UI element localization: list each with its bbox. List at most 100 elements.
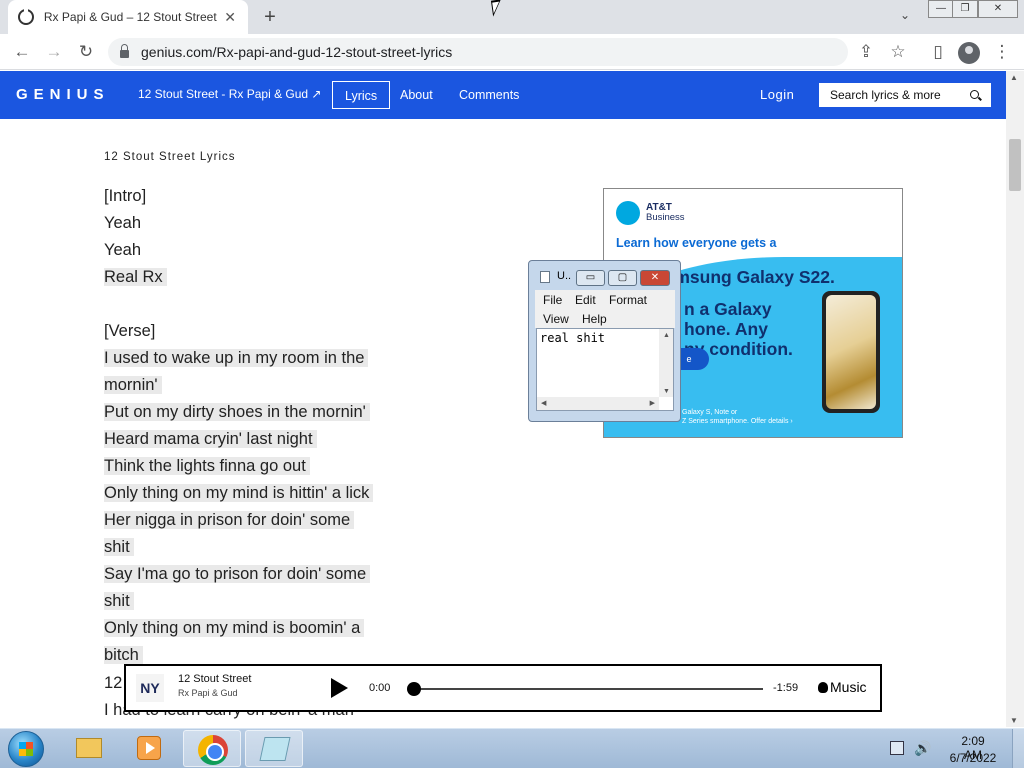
song-title-link[interactable]: 12 Stout Street - Rx Papi & Gud ↗ <box>138 87 321 101</box>
lyric-line[interactable]: Put on my dirty shoes in the mornin' <box>104 399 404 426</box>
tab-search-button[interactable]: ⌄ <box>896 8 914 26</box>
player-track-title[interactable]: 12 Stout Street <box>178 673 251 685</box>
network-icon[interactable] <box>890 741 904 755</box>
address-bar[interactable]: genius.com/Rx-papi-and-gud-12-stout-stre… <box>108 38 848 66</box>
scroll-up-icon[interactable]: ▲ <box>663 332 670 339</box>
lyric-line[interactable]: Say I'ma go to prison for doin' some <box>104 561 404 588</box>
apple-music-logo[interactable]: Music <box>818 679 867 695</box>
browser-menu-icon[interactable]: ⋮ <box>990 40 1014 64</box>
windows-taskbar: 🔊 2:09 AM 6/7/2022 <box>0 728 1024 768</box>
notepad-close-button[interactable]: ✕ <box>640 270 670 286</box>
login-link[interactable]: Login <box>760 87 794 102</box>
lyric-line[interactable]: Think the lights finna go out <box>104 453 404 480</box>
window-close-button[interactable]: ✕ <box>978 0 1018 18</box>
lyric-line[interactable]: shit <box>104 588 404 615</box>
lyric-line: Yeah <box>104 241 142 259</box>
folder-icon <box>76 738 102 758</box>
player-artist[interactable]: Rx Papi & Gud <box>178 688 238 698</box>
progress-knob[interactable] <box>407 682 421 696</box>
scroll-left-icon[interactable]: ◀ <box>541 399 546 407</box>
url-text: genius.com/Rx-papi-and-gud-12-stout-stre… <box>141 44 453 60</box>
tab-comments[interactable]: Comments <box>447 81 531 109</box>
notepad-window[interactable]: U.. ▭ ▢ ✕ File Edit Format View Help rea… <box>528 260 681 422</box>
tab-close-icon[interactable]: ✕ <box>222 9 238 26</box>
ad-fineprint: Galaxy S, Note or Z Series smartphone. O… <box>682 409 793 425</box>
menu-view[interactable]: View <box>543 312 569 326</box>
forward-button[interactable]: → <box>42 40 66 64</box>
side-panel-icon[interactable]: ▯ <box>926 40 950 64</box>
album-art: NY <box>136 674 164 702</box>
remaining-time: -1:59 <box>773 682 799 694</box>
browser-tab[interactable]: Rx Papi & Gud – 12 Stout Street ✕ <box>8 0 248 34</box>
lyric-line[interactable]: Real Rx <box>104 264 404 291</box>
progress-track[interactable] <box>409 688 763 690</box>
lyric-line[interactable]: Her nigga in prison for doin' some <box>104 507 404 534</box>
start-button[interactable] <box>8 731 44 767</box>
menu-help[interactable]: Help <box>582 312 607 326</box>
lyric-line[interactable]: shit <box>104 534 404 561</box>
tab-lyrics[interactable]: Lyrics <box>332 81 391 109</box>
search-icon[interactable] <box>970 90 979 99</box>
mouse-cursor-icon <box>490 0 504 17</box>
play-icon[interactable] <box>331 678 348 698</box>
profile-avatar[interactable] <box>958 42 980 64</box>
volume-icon[interactable]: 🔊 <box>914 740 931 757</box>
scroll-down-arrow-icon[interactable]: ▼ <box>1010 716 1018 725</box>
lyrics-heading: 12 Stout Street Lyrics <box>104 151 236 163</box>
media-player-icon <box>137 736 161 760</box>
notepad-minimize-button[interactable]: ▭ <box>576 270 605 286</box>
lyric-line: [Verse] <box>104 322 156 340</box>
lyric-line[interactable]: mornin' <box>104 372 404 399</box>
att-globe-icon <box>616 201 640 225</box>
scroll-right-icon[interactable]: ▶ <box>650 399 655 407</box>
window-restore-button[interactable]: ❐ <box>952 0 978 18</box>
lyric-blank-line <box>104 291 404 318</box>
apple-music-player: NY 12 Stout Street Rx Papi & Gud 0:00 -1… <box>124 664 882 712</box>
notepad-vertical-scrollbar[interactable]: ▲ ▼ <box>659 329 673 397</box>
scroll-down-icon[interactable]: ▼ <box>663 388 670 395</box>
new-tab-button[interactable]: + <box>258 5 282 29</box>
notepad-text-area[interactable]: real shit ▲ ▼ ◀ ▶ <box>536 328 674 411</box>
scroll-up-arrow-icon[interactable]: ▲ <box>1010 73 1018 82</box>
phone-screen <box>826 295 876 409</box>
tab-title: Rx Papi & Gud – 12 Stout Street <box>43 10 217 24</box>
lyric-line[interactable]: I used to wake up in my room in the <box>104 345 404 372</box>
taskbar-explorer[interactable] <box>60 730 118 767</box>
notepad-doc-icon <box>540 271 550 283</box>
tab-about[interactable]: About <box>388 81 445 109</box>
genius-nav: GENIUS 12 Stout Street - Rx Papi & Gud ↗… <box>0 71 1006 119</box>
ad-headline: Learn how everyone gets a <box>616 236 777 250</box>
menu-file[interactable]: File <box>543 293 562 307</box>
notepad-title: U.. <box>557 270 572 282</box>
notepad-maximize-button[interactable]: ▢ <box>608 270 637 286</box>
scrollbar-thumb[interactable] <box>1009 139 1021 191</box>
notepad-icon <box>259 737 291 761</box>
notepad-horizontal-scrollbar[interactable]: ◀ ▶ <box>537 397 659 410</box>
samsung-phone-image <box>822 291 880 413</box>
taskbar-media-player[interactable] <box>121 730 179 767</box>
search-placeholder: Search lyrics & more <box>830 88 941 102</box>
show-desktop-button[interactable] <box>1012 729 1024 768</box>
page-scrollbar[interactable]: ▲ ▼ <box>1006 71 1024 727</box>
notepad-content: real shit <box>540 331 606 345</box>
reload-button[interactable]: ↻ <box>74 40 98 64</box>
lyric-line[interactable]: Only thing on my mind is hittin' a lick <box>104 480 404 507</box>
chrome-icon <box>198 735 228 765</box>
clock-date[interactable]: 6/7/2022 <box>946 751 1000 765</box>
taskbar-notepad[interactable] <box>245 730 303 767</box>
lyric-line[interactable]: Only thing on my mind is boomin' a <box>104 615 404 642</box>
lyric-line[interactable]: Heard mama cryin' last night <box>104 426 404 453</box>
share-icon[interactable]: ⇪ <box>854 40 878 64</box>
menu-edit[interactable]: Edit <box>575 293 596 307</box>
genius-favicon-icon <box>18 8 34 25</box>
apple-logo-icon <box>818 682 828 693</box>
search-input[interactable]: Search lyrics & more <box>819 83 991 107</box>
taskbar-chrome[interactable] <box>183 730 241 767</box>
genius-logo[interactable]: GENIUS <box>16 86 110 103</box>
window-minimize-button[interactable]: — <box>928 0 954 18</box>
browser-tabstrip: Rx Papi & Gud – 12 Stout Street ✕ + ⌄ — … <box>0 0 1024 34</box>
menu-format[interactable]: Format <box>609 293 647 307</box>
back-button[interactable]: ← <box>10 40 34 64</box>
notepad-menubar: File Edit Format View Help <box>535 290 675 328</box>
bookmark-star-icon[interactable]: ☆ <box>886 40 910 64</box>
